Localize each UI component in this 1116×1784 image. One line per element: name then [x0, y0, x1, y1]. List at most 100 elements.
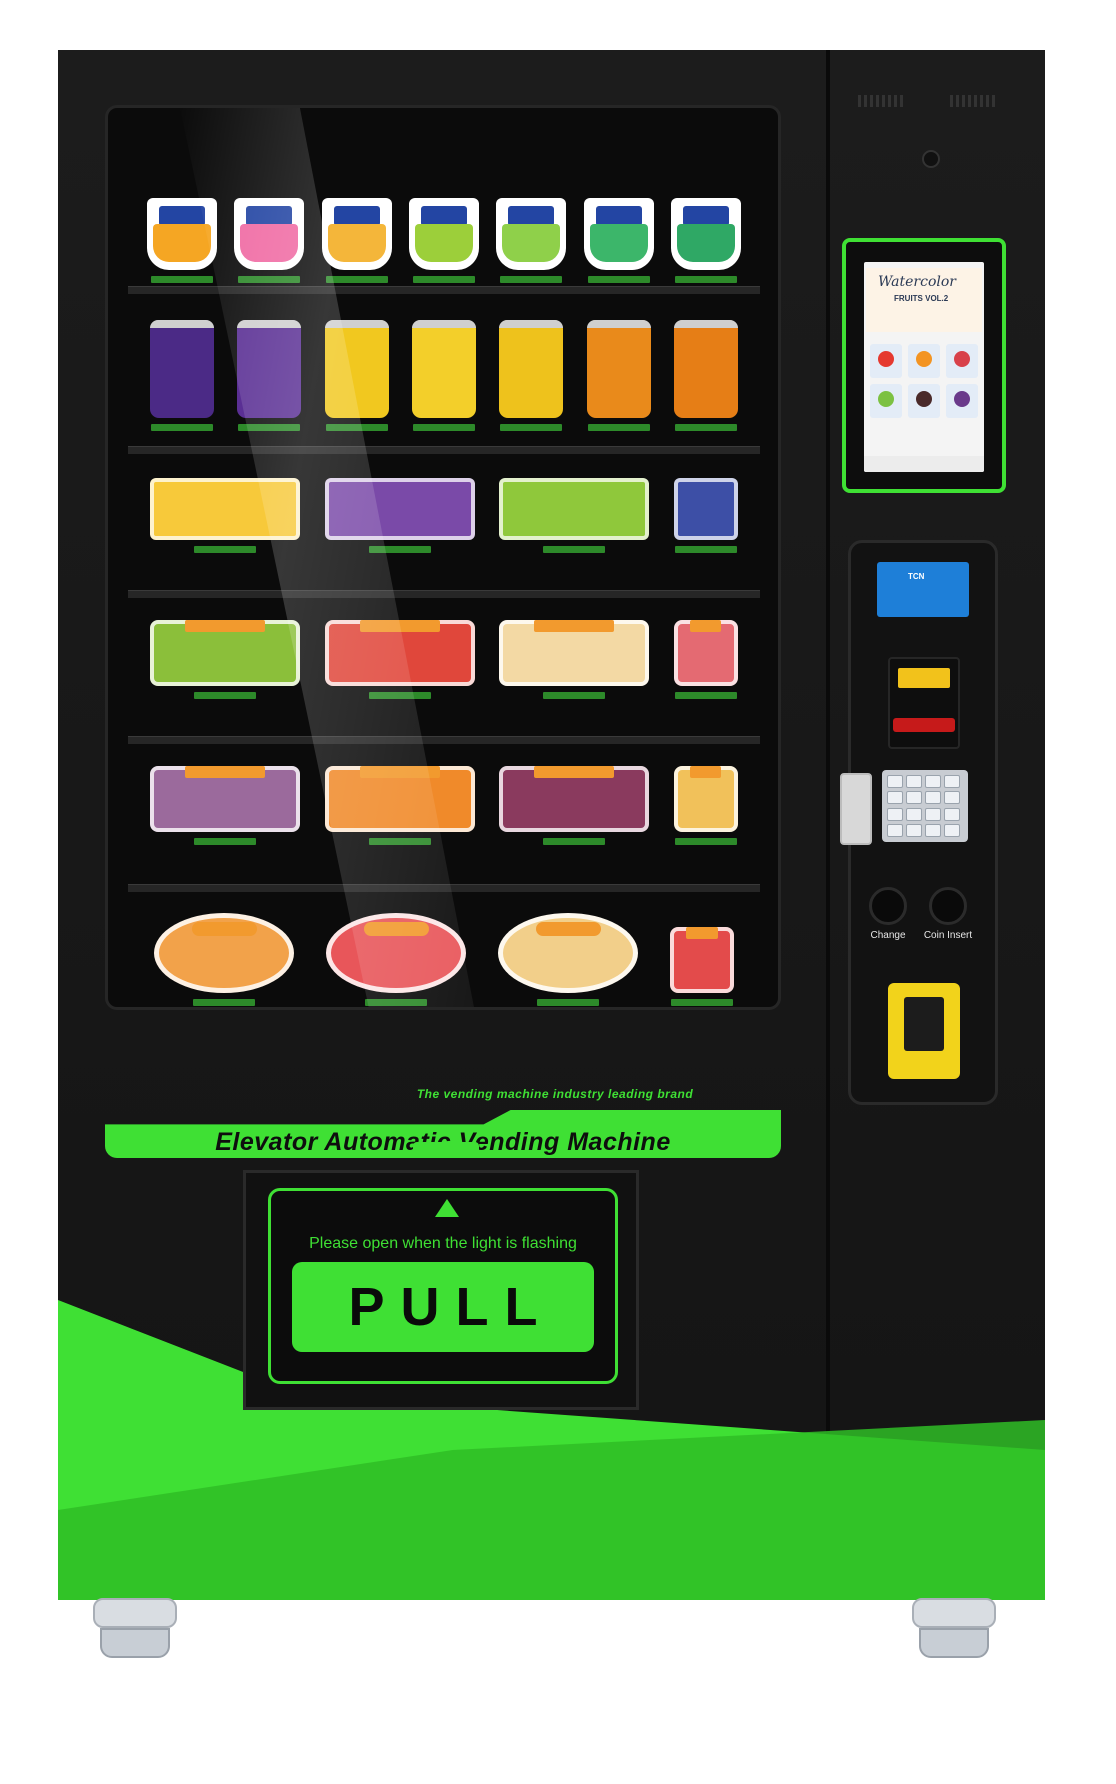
- product-cup[interactable]: [146, 198, 217, 283]
- product-box[interactable]: [150, 620, 301, 699]
- keypad-key[interactable]: [944, 775, 960, 788]
- product-box[interactable]: [670, 927, 734, 1006]
- card-reader[interactable]: [877, 562, 969, 617]
- product-bowl[interactable]: [326, 913, 466, 1006]
- price-tag: [194, 546, 257, 553]
- price-tag: [675, 276, 738, 283]
- price-tag: [587, 424, 650, 431]
- keypad-key[interactable]: [925, 791, 941, 805]
- product-cup[interactable]: [234, 198, 305, 283]
- product-can[interactable]: [411, 320, 476, 431]
- touchscreen[interactable]: Watercolor FRUITS VOL.2: [864, 262, 984, 472]
- door-lock[interactable]: [840, 773, 872, 845]
- card-reader-brand: TCN: [908, 572, 925, 581]
- keypad-key[interactable]: [944, 823, 960, 837]
- shelf-row-tubs: [138, 478, 750, 553]
- keypad-key[interactable]: [906, 823, 922, 837]
- price-tag: [674, 546, 737, 553]
- keypad-key[interactable]: [906, 807, 922, 821]
- price-tag: [543, 838, 606, 845]
- price-tag: [543, 692, 606, 699]
- apple-tile[interactable]: [946, 344, 978, 378]
- product-box[interactable]: [499, 766, 650, 845]
- lime-tile[interactable]: [870, 384, 902, 418]
- shelf: [128, 286, 760, 294]
- keypad-key[interactable]: [925, 807, 941, 821]
- bill-insert-slot[interactable]: [893, 718, 955, 732]
- product-can[interactable]: [324, 320, 389, 431]
- price-tag: [194, 692, 257, 699]
- slogan-text: The vending machine industry leading bra…: [416, 1087, 694, 1101]
- product-tub[interactable]: [150, 478, 301, 553]
- price-tag: [537, 999, 599, 1006]
- leveling-foot: [93, 1598, 177, 1662]
- shelf-row-boxes: [138, 620, 750, 699]
- strawberry-tile[interactable]: [870, 344, 902, 378]
- speaker-grille: [950, 95, 998, 107]
- product-box[interactable]: [673, 766, 738, 845]
- product-bowl[interactable]: [154, 913, 294, 1006]
- screen-subtitle: FRUITS VOL.2: [894, 294, 949, 303]
- coin-insert-slot[interactable]: [929, 887, 967, 925]
- keypad-key[interactable]: [906, 775, 922, 788]
- price-tag: [368, 838, 431, 845]
- orange-tile[interactable]: [908, 344, 940, 378]
- leveling-foot: [912, 1598, 996, 1662]
- product-cup[interactable]: [671, 198, 742, 283]
- product-can[interactable]: [586, 320, 651, 431]
- grape-tile[interactable]: [946, 384, 978, 418]
- keypad-key[interactable]: [887, 775, 903, 788]
- product-bowl[interactable]: [498, 913, 638, 1006]
- product-tub[interactable]: [673, 478, 738, 553]
- bill-slot-label: [898, 668, 950, 688]
- change-return[interactable]: [869, 887, 907, 925]
- speaker-grille: [858, 95, 906, 107]
- keypad-key[interactable]: [887, 823, 903, 837]
- shelf: [128, 446, 760, 454]
- delivery-instruction: Please open when the light is flashing: [309, 1235, 577, 1252]
- product-cup[interactable]: [583, 198, 654, 283]
- keypad-key[interactable]: [944, 807, 960, 821]
- price-tag: [675, 424, 738, 431]
- keypad-key[interactable]: [925, 823, 941, 837]
- product-cup[interactable]: [496, 198, 567, 283]
- screen-nav-bar: [864, 456, 984, 472]
- passionfruit-tile[interactable]: [908, 384, 940, 418]
- keypad-key[interactable]: [887, 791, 903, 805]
- keypad-key[interactable]: [925, 775, 941, 788]
- price-tag: [325, 276, 388, 283]
- product-cup[interactable]: [408, 198, 479, 283]
- price-tag: [412, 276, 475, 283]
- camera-icon: [922, 150, 940, 168]
- keypad-key[interactable]: [887, 807, 903, 821]
- keypad-key[interactable]: [906, 791, 922, 805]
- product-box[interactable]: [150, 766, 301, 845]
- price-tag: [194, 838, 257, 845]
- price-tag: [365, 999, 427, 1006]
- product-can[interactable]: [499, 320, 564, 431]
- price-tag: [674, 838, 737, 845]
- product-box[interactable]: [499, 620, 650, 699]
- price-tag: [325, 424, 388, 431]
- product-box[interactable]: [324, 620, 475, 699]
- price-tag: [193, 999, 255, 1006]
- price-tag: [150, 276, 213, 283]
- product-can[interactable]: [674, 320, 739, 431]
- product-can[interactable]: [149, 320, 214, 431]
- product-box[interactable]: [673, 620, 738, 699]
- product-box[interactable]: [324, 766, 475, 845]
- product-can[interactable]: [237, 320, 302, 431]
- product-cup[interactable]: [321, 198, 392, 283]
- pull-button[interactable]: PULL: [292, 1262, 594, 1352]
- product-tub[interactable]: [499, 478, 650, 553]
- coin-insert-label: Coin Insert: [923, 930, 973, 941]
- shelf-row-cans: [138, 320, 750, 431]
- price-tag: [587, 276, 650, 283]
- pos-screen: [904, 997, 944, 1051]
- shelf-row-bowls: [138, 913, 750, 1006]
- shelf: [128, 884, 760, 892]
- price-tag: [150, 424, 213, 431]
- keypad-key[interactable]: [944, 791, 960, 805]
- product-tub[interactable]: [324, 478, 475, 553]
- price-tag: [674, 692, 737, 699]
